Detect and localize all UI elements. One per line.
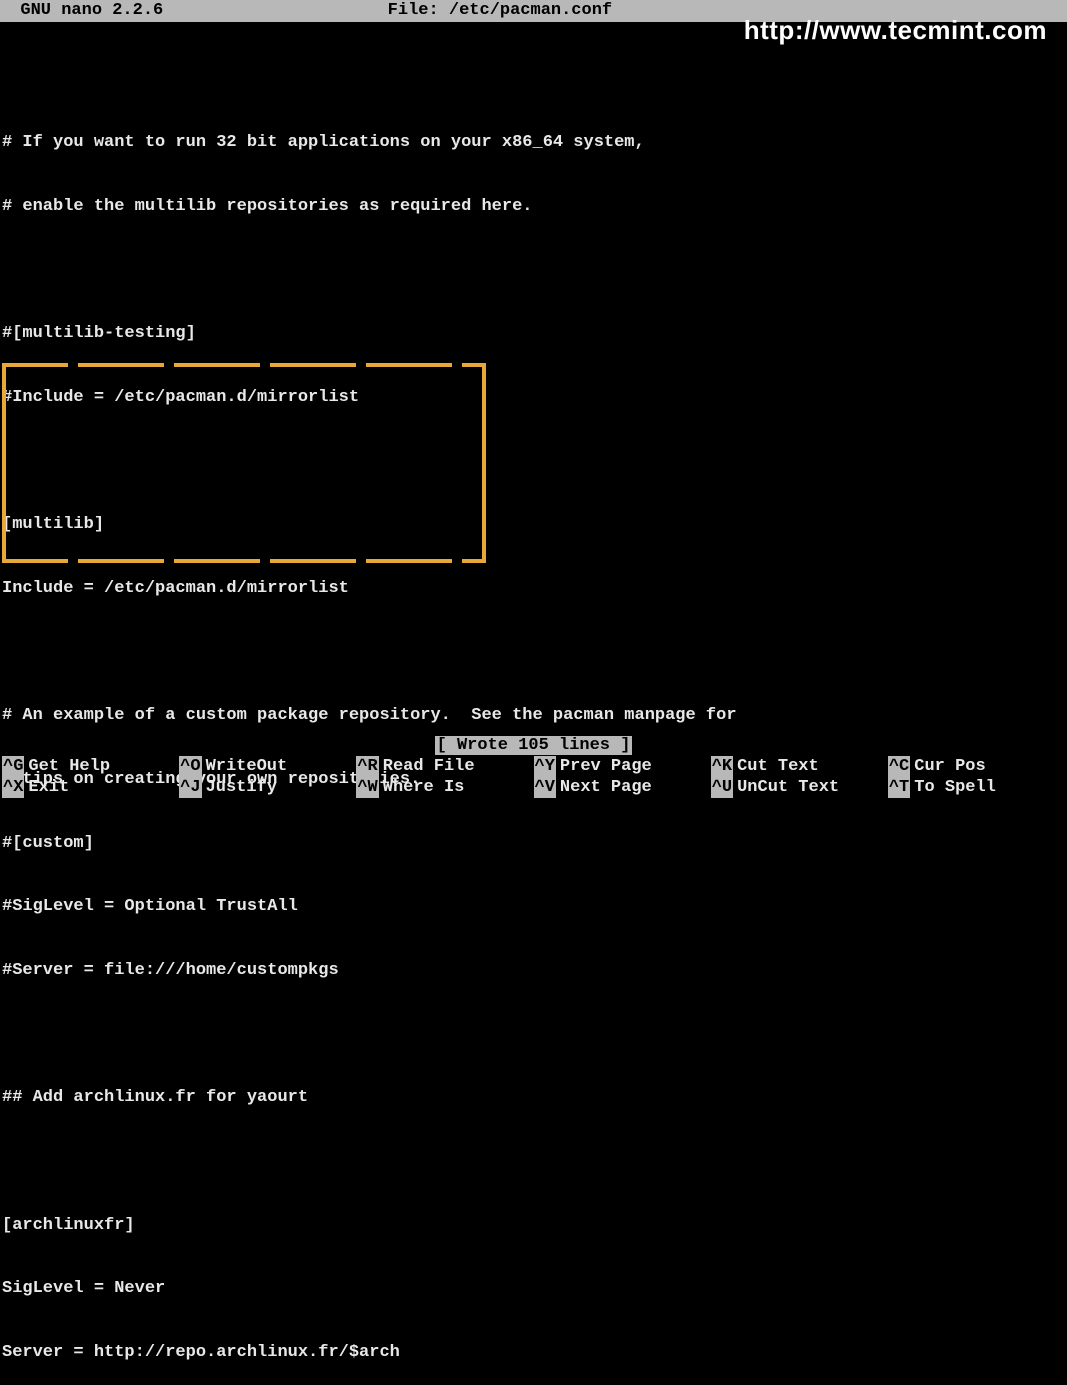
file-path: File: /etc/pacman.conf bbox=[388, 1, 612, 20]
editor-line: # enable the multilib repositories as re… bbox=[2, 196, 1065, 217]
shortcut-cut-text[interactable]: ^KCut Text bbox=[711, 756, 888, 777]
shortcut-uncut-text[interactable]: ^UUnCut Text bbox=[711, 777, 888, 798]
shortcut-label: Read File bbox=[379, 756, 475, 777]
editor-line: #[multilib-testing] bbox=[2, 323, 1065, 344]
editor-line: # An example of a custom package reposit… bbox=[2, 705, 1065, 726]
shortcut-read-file[interactable]: ^RRead File bbox=[356, 756, 533, 777]
shortcut-key: ^Y bbox=[534, 756, 556, 777]
title-spacer bbox=[163, 1, 387, 20]
shortcut-label: Prev Page bbox=[556, 756, 652, 777]
watermark-text: http://www.tecmint.com bbox=[744, 14, 1047, 47]
editor-line: Server = http://repo.archlinux.fr/$arch bbox=[2, 1342, 1065, 1363]
shortcut-label: Justify bbox=[202, 777, 277, 798]
shortcut-label: Exit bbox=[24, 777, 69, 798]
editor-line: #SigLevel = Optional TrustAll bbox=[2, 896, 1065, 917]
editor-line: [multilib] bbox=[2, 514, 1065, 535]
shortcut-label: Cur Pos bbox=[910, 756, 985, 777]
editor-line bbox=[2, 1024, 1065, 1045]
shortcut-key: ^K bbox=[711, 756, 733, 777]
editor-line bbox=[2, 69, 1065, 90]
editor-line: ## Add archlinux.fr for yaourt bbox=[2, 1087, 1065, 1108]
editor-line: # If you want to run 32 bit applications… bbox=[2, 132, 1065, 153]
shortcut-key: ^G bbox=[2, 756, 24, 777]
shortcut-label: Where Is bbox=[379, 777, 465, 798]
shortcut-label: WriteOut bbox=[202, 756, 288, 777]
shortcut-key: ^W bbox=[356, 777, 378, 798]
editor-line bbox=[2, 451, 1065, 472]
shortcut-to-spell[interactable]: ^TTo Spell bbox=[888, 777, 1065, 798]
shortcut-where-is[interactable]: ^WWhere Is bbox=[356, 777, 533, 798]
shortcut-key: ^C bbox=[888, 756, 910, 777]
editor-line: Include = /etc/pacman.d/mirrorlist bbox=[2, 578, 1065, 599]
shortcut-key: ^X bbox=[2, 777, 24, 798]
status-bar: [ Wrote 105 lines ] bbox=[0, 735, 1067, 756]
shortcut-key: ^J bbox=[179, 777, 201, 798]
shortcut-exit[interactable]: ^XExit bbox=[2, 777, 179, 798]
shortcut-key: ^O bbox=[179, 756, 201, 777]
app-name: GNU nano 2.2.6 bbox=[0, 1, 163, 20]
shortcut-row-2: ^XExit ^JJustify ^WWhere Is ^VNext Page … bbox=[2, 777, 1065, 798]
editor-line bbox=[2, 1151, 1065, 1172]
editor-line: #Include = /etc/pacman.d/mirrorlist bbox=[2, 387, 1065, 408]
editor-line bbox=[2, 260, 1065, 281]
editor-content-area[interactable]: # If you want to run 32 bit applications… bbox=[0, 22, 1067, 1385]
shortcut-key: ^R bbox=[356, 756, 378, 777]
shortcut-bar: ^GGet Help ^OWriteOut ^RRead File ^YPrev… bbox=[0, 756, 1067, 801]
shortcut-label: Get Help bbox=[24, 756, 110, 777]
editor-line: [archlinuxfr] bbox=[2, 1215, 1065, 1236]
shortcut-label: Next Page bbox=[556, 777, 652, 798]
shortcut-key: ^V bbox=[534, 777, 556, 798]
editor-line: SigLevel = Never bbox=[2, 1278, 1065, 1299]
editor-line: #Server = file:///home/custompkgs bbox=[2, 960, 1065, 981]
shortcut-next-page[interactable]: ^VNext Page bbox=[534, 777, 711, 798]
shortcut-justify[interactable]: ^JJustify bbox=[179, 777, 356, 798]
shortcut-writeout[interactable]: ^OWriteOut bbox=[179, 756, 356, 777]
shortcut-prev-page[interactable]: ^YPrev Page bbox=[534, 756, 711, 777]
editor-line bbox=[2, 642, 1065, 663]
shortcut-label: To Spell bbox=[910, 777, 996, 798]
shortcut-get-help[interactable]: ^GGet Help bbox=[2, 756, 179, 777]
shortcut-label: Cut Text bbox=[733, 756, 819, 777]
shortcut-label: UnCut Text bbox=[733, 777, 839, 798]
shortcut-cur-pos[interactable]: ^CCur Pos bbox=[888, 756, 1065, 777]
shortcut-row-1: ^GGet Help ^OWriteOut ^RRead File ^YPrev… bbox=[2, 756, 1065, 777]
editor-line: #[custom] bbox=[2, 833, 1065, 854]
status-message: [ Wrote 105 lines ] bbox=[435, 736, 633, 755]
shortcut-key: ^T bbox=[888, 777, 910, 798]
shortcut-key: ^U bbox=[711, 777, 733, 798]
